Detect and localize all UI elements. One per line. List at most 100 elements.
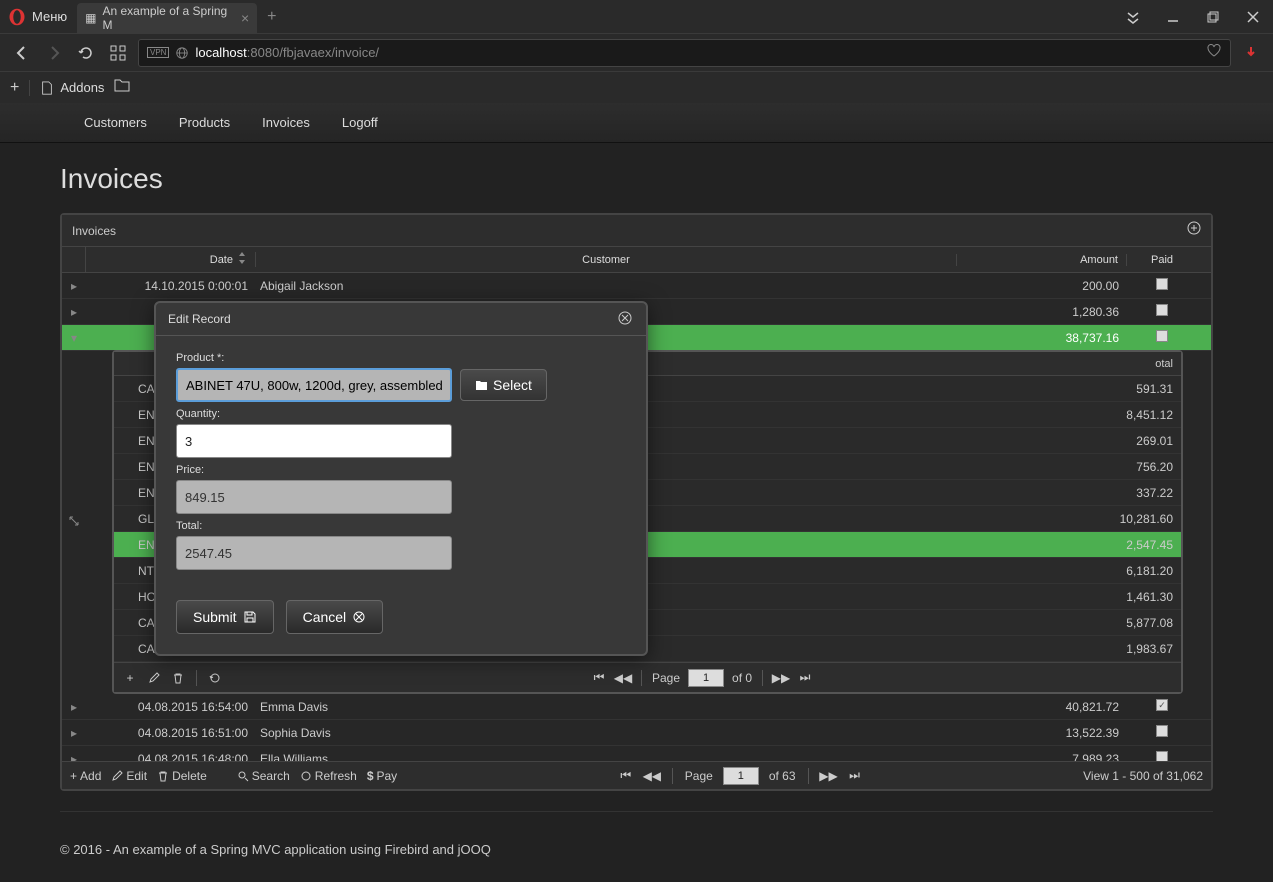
cell-total: 1,983.67 bbox=[1101, 642, 1181, 656]
col-expand bbox=[62, 247, 86, 272]
table-row[interactable]: ▸ 04.08.2015 16:48:00 Ella Williams 7,98… bbox=[62, 746, 1211, 761]
heart-icon[interactable] bbox=[1206, 42, 1222, 63]
cell-date: 14.10.2015 0:00:01 bbox=[86, 279, 256, 293]
col-amount[interactable]: Amount bbox=[957, 254, 1127, 266]
footer-add-button[interactable]: +Add bbox=[70, 769, 101, 783]
page-of-label: of 0 bbox=[732, 671, 752, 685]
footer-search-button[interactable]: Search bbox=[237, 769, 290, 783]
address-bar: VPN localhost:8080/fbjavaex/invoice/ bbox=[0, 33, 1273, 71]
quantity-field[interactable] bbox=[176, 424, 452, 458]
collapse-icon[interactable]: ▾ bbox=[62, 331, 86, 345]
cell-total: 6,181.20 bbox=[1101, 564, 1181, 578]
checkbox-icon[interactable] bbox=[1156, 330, 1168, 342]
nav-logoff[interactable]: Logoff bbox=[326, 105, 394, 140]
cell-customer: Sophia Davis bbox=[256, 726, 957, 740]
submit-button[interactable]: Submit bbox=[176, 600, 274, 634]
speed-dial-icon[interactable] bbox=[106, 41, 130, 65]
globe-icon bbox=[175, 46, 189, 60]
cell-amount: 38,737.16 bbox=[957, 331, 1127, 345]
table-row[interactable]: ▸ 04.08.2015 16:51:00 Sophia Davis 13,52… bbox=[62, 720, 1211, 746]
new-tab-button[interactable]: + bbox=[257, 8, 286, 26]
footer-delete-button[interactable]: Delete bbox=[157, 769, 207, 783]
next-page-icon[interactable]: ▶▶ bbox=[773, 670, 789, 686]
expand-icon[interactable]: ▸ bbox=[62, 305, 86, 319]
col-date[interactable]: Date bbox=[86, 252, 256, 267]
page-of-label: of 63 bbox=[769, 769, 796, 783]
bookmark-addons[interactable]: Addons bbox=[40, 80, 104, 95]
product-field[interactable] bbox=[176, 368, 452, 402]
collapse-handle-icon[interactable] bbox=[68, 514, 80, 532]
cell-total: 1,461.30 bbox=[1101, 590, 1181, 604]
bookmarks-bar: + Addons bbox=[0, 71, 1273, 103]
subgrid-pager: + ⏮ ◀◀ Page of 0 bbox=[114, 662, 1181, 692]
maximize-icon[interactable] bbox=[1193, 1, 1233, 33]
checkbox-icon[interactable] bbox=[1156, 699, 1168, 711]
table-row[interactable]: ▸ 04.08.2015 16:54:00 Emma Davis 40,821.… bbox=[62, 694, 1211, 720]
cancel-icon bbox=[352, 610, 366, 624]
expand-icon[interactable]: ▸ bbox=[62, 726, 86, 740]
cell-total: 756.20 bbox=[1101, 460, 1181, 474]
cell-total: 269.01 bbox=[1101, 434, 1181, 448]
col-paid[interactable]: Paid bbox=[1127, 254, 1197, 266]
reload-icon[interactable] bbox=[74, 41, 98, 65]
table-row[interactable]: ▸ 14.10.2015 0:00:01 Abigail Jackson 200… bbox=[62, 273, 1211, 299]
prev-page-icon[interactable]: ◀◀ bbox=[615, 670, 631, 686]
first-page-icon[interactable]: ⏮ bbox=[618, 768, 634, 784]
last-page-icon[interactable]: ⏭ bbox=[847, 768, 863, 784]
expand-icon[interactable]: ▸ bbox=[62, 700, 86, 714]
page-input[interactable] bbox=[723, 767, 759, 785]
expand-icon[interactable]: ▸ bbox=[62, 752, 86, 762]
prev-page-icon[interactable]: ◀◀ bbox=[644, 768, 660, 784]
last-page-icon[interactable]: ⏭ bbox=[797, 670, 813, 686]
bookmark-folder-icon[interactable] bbox=[114, 78, 130, 97]
vpn-badge[interactable]: VPN bbox=[147, 47, 169, 58]
delete-icon[interactable] bbox=[170, 670, 186, 686]
browser-tab[interactable]: ▦ An example of a Spring M × bbox=[77, 3, 257, 33]
cancel-button[interactable]: Cancel bbox=[286, 600, 384, 634]
back-icon[interactable] bbox=[10, 41, 34, 65]
footer-refresh-button[interactable]: Refresh bbox=[300, 769, 357, 783]
add-bookmark-icon[interactable]: + bbox=[10, 79, 19, 97]
cell-paid bbox=[1127, 278, 1197, 293]
cell-total: 2,547.45 bbox=[1101, 538, 1181, 552]
minimize-icon[interactable] bbox=[1153, 1, 1193, 33]
copyright: © 2016 - An example of a Spring MVC appl… bbox=[60, 811, 1213, 867]
close-icon[interactable] bbox=[618, 311, 634, 327]
checkbox-icon[interactable] bbox=[1156, 278, 1168, 290]
checkbox-icon[interactable] bbox=[1156, 304, 1168, 316]
checkbox-icon[interactable] bbox=[1156, 725, 1168, 737]
menu-button[interactable]: Меню bbox=[26, 9, 77, 24]
close-icon[interactable]: × bbox=[241, 10, 249, 26]
refresh-icon[interactable] bbox=[207, 670, 223, 686]
page-input[interactable] bbox=[688, 669, 724, 687]
forward-icon[interactable] bbox=[42, 41, 66, 65]
url-bar[interactable]: VPN localhost:8080/fbjavaex/invoice/ bbox=[138, 39, 1231, 67]
document-icon bbox=[40, 81, 54, 95]
view-info: View 1 - 500 of 31,062 bbox=[1083, 769, 1203, 783]
footer-pay-button[interactable]: $Pay bbox=[367, 769, 397, 783]
footer-edit-button[interactable]: Edit bbox=[111, 769, 147, 783]
window-close-icon[interactable] bbox=[1233, 1, 1273, 33]
nav-invoices[interactable]: Invoices bbox=[246, 105, 326, 140]
browser-title-bar: Меню ▦ An example of a Spring M × + bbox=[0, 0, 1273, 33]
dialog-header[interactable]: Edit Record bbox=[156, 303, 646, 336]
col-total[interactable]: otal bbox=[1101, 358, 1181, 370]
sidebar-toggle-icon[interactable] bbox=[1113, 1, 1153, 33]
next-page-icon[interactable]: ▶▶ bbox=[821, 768, 837, 784]
add-icon[interactable]: + bbox=[122, 670, 138, 686]
col-customer[interactable]: Customer bbox=[256, 254, 957, 266]
edit-icon[interactable] bbox=[146, 670, 162, 686]
price-field bbox=[176, 480, 452, 514]
nav-products[interactable]: Products bbox=[163, 105, 246, 140]
grid-add-icon[interactable] bbox=[1187, 221, 1201, 240]
cell-total: 8,451.12 bbox=[1101, 408, 1181, 422]
select-button[interactable]: Select bbox=[460, 369, 547, 401]
cell-total: 337.22 bbox=[1101, 486, 1181, 500]
nav-customers[interactable]: Customers bbox=[68, 105, 163, 140]
checkbox-icon[interactable] bbox=[1156, 751, 1168, 761]
total-label: Total: bbox=[176, 520, 626, 532]
first-page-icon[interactable]: ⏮ bbox=[591, 670, 607, 686]
page-label: Page bbox=[652, 671, 680, 685]
expand-icon[interactable]: ▸ bbox=[62, 279, 86, 293]
downloads-icon[interactable] bbox=[1239, 41, 1263, 65]
